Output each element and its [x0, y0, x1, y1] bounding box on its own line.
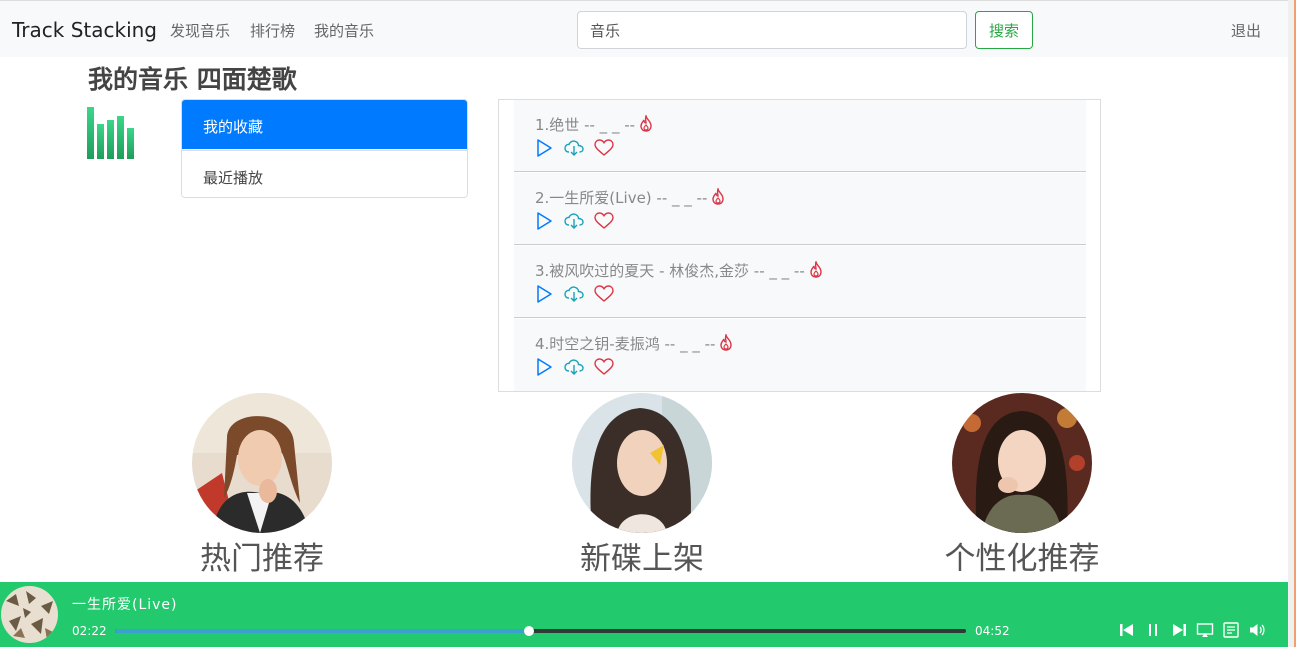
progress-fill [115, 629, 530, 633]
playlist-icon[interactable] [1222, 621, 1240, 639]
song-item: 3.被风吹过的夏天 - 林俊杰,金莎 -- _ _ -- [514, 246, 1086, 318]
album-cover[interactable] [1, 586, 58, 643]
recommend-label-new-albums[interactable]: 新碟上架 [542, 533, 742, 578]
side-item-favorites[interactable]: 我的收藏 [182, 100, 467, 149]
recommend-label-hot[interactable]: 热门推荐 [162, 533, 362, 578]
pause-icon[interactable] [1144, 621, 1162, 639]
play-icon[interactable] [534, 284, 554, 304]
nav-link-discover[interactable]: 发现音乐 [170, 20, 230, 41]
song-title-wrap: 1.绝世 -- _ _ -- [535, 114, 653, 135]
scrollbar-track[interactable] [1288, 0, 1296, 647]
search-button[interactable]: 搜索 [975, 11, 1033, 49]
recommend-label-personalized[interactable]: 个性化推荐 [922, 533, 1122, 578]
recommend-card-personalized: 个性化推荐 [922, 393, 1122, 577]
song-title-wrap: 4.时空之钥-麦振鸿 -- _ _ -- [535, 333, 733, 354]
fire-icon [712, 188, 725, 205]
side-item-recent[interactable]: 最近播放 [182, 150, 467, 197]
download-cloud-icon[interactable] [564, 138, 584, 158]
play-icon[interactable] [534, 211, 554, 231]
page: Track Stacking 发现音乐 排行榜 我的音乐 搜索 退出 我的音乐 … [0, 0, 1296, 647]
volume-icon[interactable] [1248, 621, 1266, 639]
song-list: 1.绝世 -- _ _ -- 2.一生所爱(Live) -- _ _ -- 3.… [498, 99, 1101, 392]
song-item: 4.时空之钥-麦振鸿 -- _ _ -- [514, 319, 1086, 391]
download-cloud-icon[interactable] [564, 284, 584, 304]
song-divider [514, 317, 1086, 318]
song-title[interactable]: 2.一生所爱(Live) -- _ _ -- [535, 189, 707, 207]
download-cloud-icon[interactable] [564, 211, 584, 231]
total-time: 04:52 [975, 624, 1010, 638]
recommend-photo[interactable] [952, 393, 1092, 533]
song-title[interactable]: 4.时空之钥-麦振鸿 -- _ _ -- [535, 335, 715, 353]
nav-link-my-music[interactable]: 我的音乐 [314, 20, 374, 41]
heart-icon[interactable] [594, 211, 614, 231]
page-title: 我的音乐 四面楚歌 [88, 65, 297, 94]
play-icon[interactable] [534, 357, 554, 377]
skip-forward-icon[interactable] [1170, 621, 1188, 639]
song-divider [514, 171, 1086, 172]
heart-icon[interactable] [594, 284, 614, 304]
song-title-wrap: 3.被风吹过的夏天 - 林俊杰,金莎 -- _ _ -- [535, 260, 823, 281]
song-item: 2.一生所爱(Live) -- _ _ -- [514, 173, 1086, 245]
skip-back-icon[interactable] [1118, 621, 1136, 639]
progress-knob[interactable] [524, 626, 535, 636]
brand-logo[interactable]: Track Stacking [12, 18, 157, 42]
song-title[interactable]: 1.绝世 -- _ _ -- [535, 116, 635, 134]
current-time: 02:22 [72, 624, 107, 638]
search-input[interactable] [577, 11, 967, 49]
recommend-photo[interactable] [192, 393, 332, 533]
fire-icon [640, 115, 652, 132]
navbar: Track Stacking 发现音乐 排行榜 我的音乐 搜索 退出 [0, 0, 1288, 57]
fire-icon [720, 334, 733, 351]
song-title-wrap: 2.一生所爱(Live) -- _ _ -- [535, 187, 725, 208]
song-item: 1.绝世 -- _ _ -- [514, 100, 1086, 172]
fire-icon [810, 261, 822, 278]
heart-icon[interactable] [594, 357, 614, 377]
song-title[interactable]: 3.被风吹过的夏天 - 林俊杰,金莎 -- _ _ -- [535, 262, 805, 280]
player-bar: 一生所爱(Live) 02:22 04:52 [0, 582, 1288, 647]
song-divider [514, 244, 1086, 245]
recommend-card-new-albums: 新碟上架 [542, 393, 742, 577]
download-cloud-icon[interactable] [564, 357, 584, 377]
nav-link-charts[interactable]: 排行榜 [250, 20, 295, 41]
progress-bar[interactable] [115, 626, 966, 636]
now-playing-title: 一生所爱(Live) [72, 597, 178, 613]
heart-icon[interactable] [594, 138, 614, 158]
recommend-card-hot: 热门推荐 [162, 393, 362, 577]
side-menu: 我的收藏 最近播放 [181, 99, 468, 198]
recommend-photo[interactable] [572, 393, 712, 533]
cast-icon[interactable] [1196, 621, 1214, 639]
music-bars-icon [87, 107, 134, 159]
logout-link[interactable]: 退出 [1231, 20, 1261, 41]
play-icon[interactable] [534, 138, 554, 158]
